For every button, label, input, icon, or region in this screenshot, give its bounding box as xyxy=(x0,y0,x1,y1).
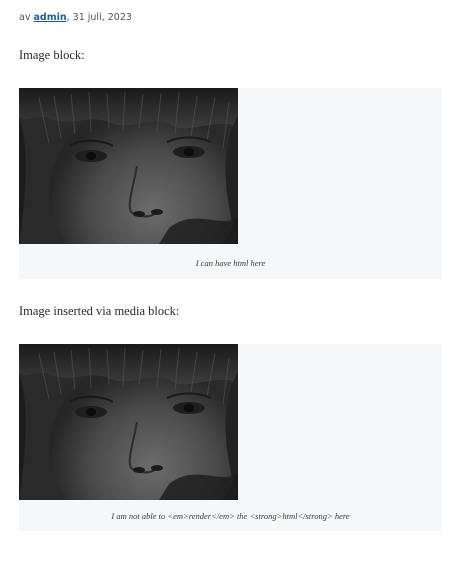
section-heading-media-block: Image inserted via media block: xyxy=(19,304,180,318)
meta-prefix: av xyxy=(19,12,31,23)
author-link[interactable]: admin xyxy=(33,12,66,23)
portrait-image xyxy=(19,88,238,244)
post-date: , 31 juli, 2023 xyxy=(66,12,132,23)
media-caption: I am not able to <em>render</em> the <st… xyxy=(111,511,350,521)
image-caption: I can have html here xyxy=(195,258,266,268)
portrait-image xyxy=(19,344,238,500)
post-meta: av admin, 31 juli, 2023 xyxy=(19,12,132,23)
media-block-figure: I am not able to <em>render</em> the <st… xyxy=(19,344,442,531)
section-heading-image-block: Image block: xyxy=(19,48,85,62)
image-block-figure: I can have html here xyxy=(19,88,442,279)
